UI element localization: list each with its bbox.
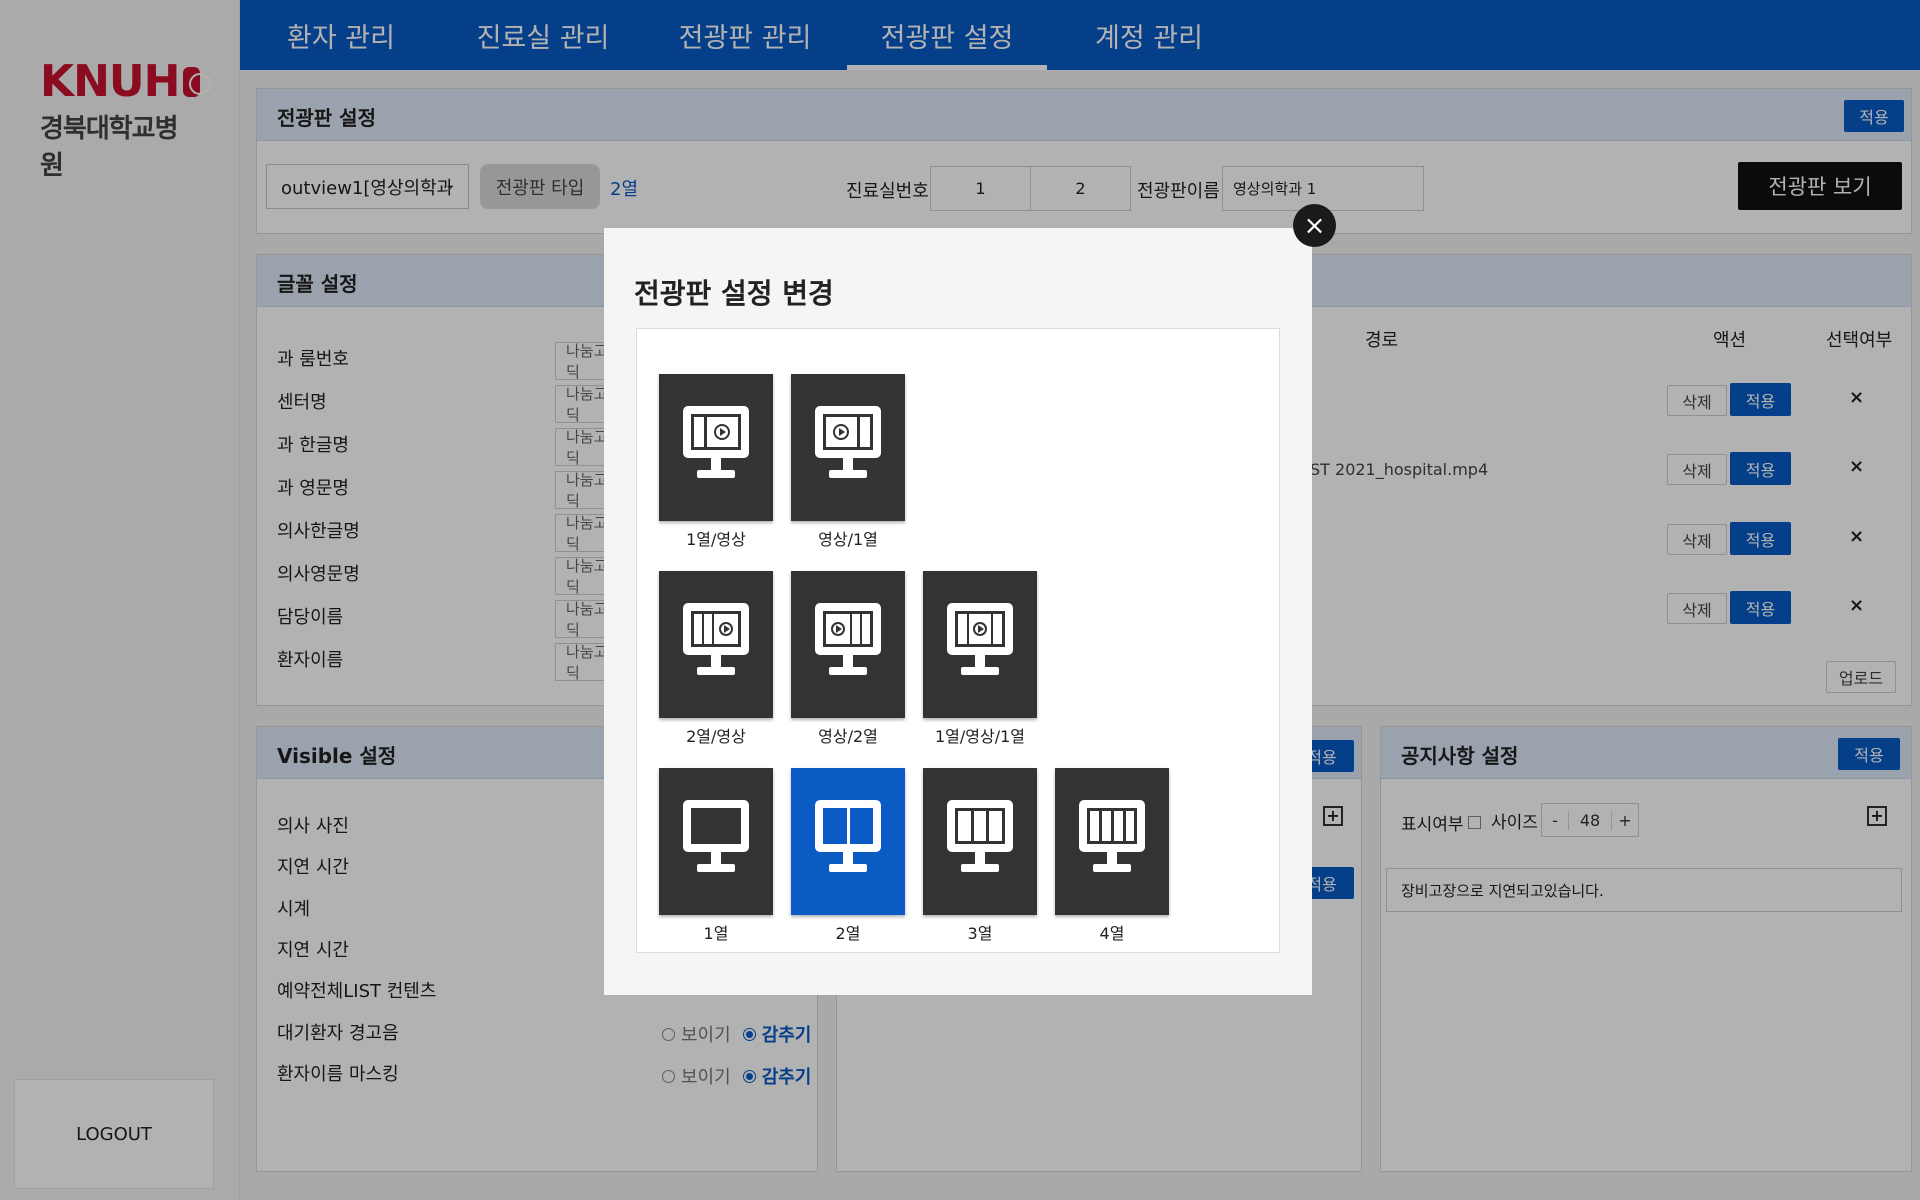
- layout-2col-icon[interactable]: [791, 768, 905, 915]
- layout-1col-video-icon[interactable]: [659, 374, 773, 521]
- layout-option-label: 영상/1열: [818, 530, 878, 549]
- layout-option-label: 2열/영상: [686, 727, 746, 746]
- layout-option-label: 1열/영상: [686, 530, 746, 549]
- layout-1col-video-1col-icon[interactable]: [923, 571, 1037, 718]
- layout-video-1col-icon[interactable]: [791, 374, 905, 521]
- layout-option-label: 1열/영상/1열: [934, 727, 1026, 746]
- layout-1col-icon[interactable]: [659, 768, 773, 915]
- layout-2col-video-icon[interactable]: [659, 571, 773, 718]
- close-icon[interactable]: ×: [1293, 204, 1336, 247]
- layout-option-label: 4열: [1099, 924, 1125, 943]
- layout-option-label: 2열: [835, 924, 861, 943]
- layout-option-label: 3열: [967, 924, 993, 943]
- modal-title: 전광판 설정 변경: [634, 277, 834, 310]
- layout-option-label: 영상/2열: [818, 727, 878, 746]
- layout-option-label: 1열: [703, 924, 729, 943]
- layout-video-2col-icon[interactable]: [791, 571, 905, 718]
- layout-3col-icon[interactable]: [923, 768, 1037, 915]
- layout-4col-icon[interactable]: [1055, 768, 1169, 915]
